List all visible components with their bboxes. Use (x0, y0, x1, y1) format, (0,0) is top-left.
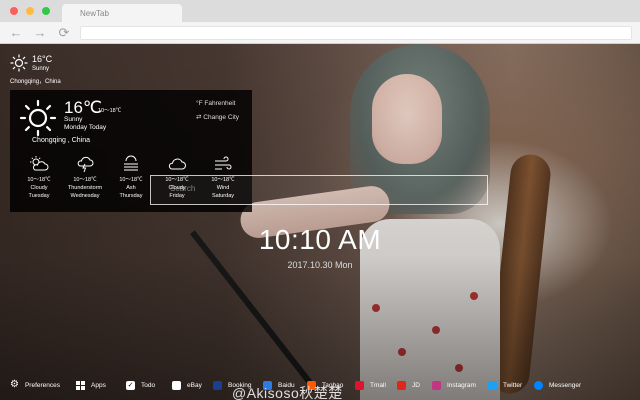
photo-watermark: @Akisoso秋楚楚 (232, 385, 343, 400)
browser-tab[interactable]: NewTab (62, 4, 182, 22)
apps-button[interactable]: Apps (76, 379, 106, 391)
mini-city: Chongqing，China (10, 79, 61, 85)
maximize-window-button[interactable] (42, 7, 50, 15)
mini-condition: Sunny (32, 66, 50, 72)
current-condition: Sunny (64, 116, 83, 123)
forward-arrow-icon[interactable]: → (32, 25, 48, 41)
minimize-window-button[interactable] (26, 7, 34, 15)
sun-icon (19, 99, 57, 137)
ash-icon (124, 155, 138, 171)
messenger-icon (534, 380, 543, 390)
browser-toolbar: ← → ⟳ (0, 22, 640, 44)
forecast-day: 10～18℃ Ash Thursday (108, 154, 154, 200)
instagram-icon (432, 380, 441, 390)
preferences-button[interactable]: ⚙ Preferences (10, 379, 60, 391)
thunderstorm-icon (77, 156, 94, 173)
weather-city: Chongqing , China (32, 137, 90, 144)
grid-icon (76, 380, 85, 390)
clock-date: 2017.10.30 Mon (287, 260, 353, 270)
search-placeholder: Search (170, 184, 196, 193)
twitter-icon (488, 380, 497, 390)
current-temperature: 16℃ (64, 98, 103, 117)
change-city-link[interactable]: ⇄ Change City (196, 113, 239, 121)
browser-titlebar: NewTab (0, 0, 640, 22)
mini-temperature: 16°C (32, 54, 53, 64)
messenger-link[interactable]: Messenger (534, 379, 581, 391)
address-bar[interactable] (80, 26, 632, 40)
cloud-icon (168, 158, 186, 170)
clock-time: 10:10 AM (258, 224, 382, 255)
ebay-link[interactable]: eBay (172, 379, 202, 391)
instagram-link[interactable]: Instagram (432, 379, 476, 391)
tmall-icon (355, 380, 364, 390)
twitter-link[interactable]: Twitter (488, 379, 522, 391)
search-input[interactable] (150, 175, 488, 205)
forecast-condition: Thunderstorm (67, 185, 103, 191)
back-arrow-icon[interactable]: ← (8, 25, 24, 41)
tmall-link[interactable]: Tmall (355, 379, 386, 391)
close-window-button[interactable] (10, 7, 18, 15)
jd-link[interactable]: JD (397, 379, 420, 391)
forecast-range: 10～18℃ (119, 177, 143, 183)
forecast-day: 10～18℃ Cloudy Tuesday (16, 154, 62, 200)
sun-icon (10, 54, 28, 72)
wind-icon (215, 156, 232, 170)
forecast-day: 10～18℃ Thunderstorm Wednesday (62, 154, 108, 200)
checkbox-icon: ✓ (126, 380, 135, 390)
todo-button[interactable]: ✓ Todo (126, 379, 155, 391)
reload-icon[interactable]: ⟳ (56, 25, 72, 41)
jd-icon (397, 380, 406, 390)
cloudy-sun-icon (30, 156, 49, 171)
forecast-range: 10～18℃ (27, 177, 51, 183)
current-day: Monday Today (64, 124, 107, 131)
forecast-day-name: Thursday (119, 193, 143, 199)
fahrenheit-toggle[interactable]: °F Fahrenheit (196, 100, 235, 107)
booking-icon (213, 380, 222, 390)
gear-icon: ⚙ (10, 379, 19, 390)
forecast-day-name: Tuesday (28, 193, 50, 199)
ebay-icon (172, 380, 181, 390)
temperature-range: 10～18℃ (98, 108, 122, 114)
forecast-day-name: Wednesday (70, 193, 100, 199)
forecast-condition: Ash (126, 185, 136, 191)
forecast-range: 10～18℃ (73, 177, 97, 183)
forecast-condition: Cloudy (30, 185, 48, 191)
